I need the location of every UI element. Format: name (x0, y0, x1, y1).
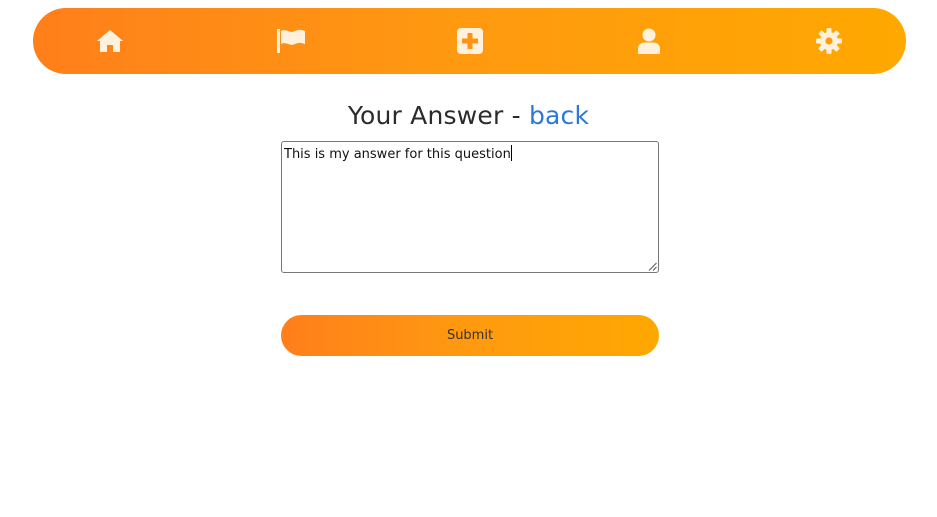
nav-user[interactable] (619, 8, 679, 74)
text-cursor (510, 145, 512, 161)
plus-square-icon (457, 28, 483, 54)
top-nav-bar (33, 8, 906, 74)
nav-flag[interactable] (261, 8, 321, 74)
back-link[interactable]: back (529, 101, 589, 130)
submit-button[interactable]: Submit (281, 315, 659, 356)
flag-icon (277, 29, 305, 53)
resize-handle-icon[interactable] (648, 262, 657, 271)
page-title: Your Answer - back (0, 101, 937, 130)
nav-settings[interactable] (799, 8, 859, 74)
nav-home[interactable] (80, 8, 140, 74)
submit-button-label: Submit (446, 328, 494, 343)
user-icon (638, 28, 660, 54)
gear-icon (816, 28, 842, 54)
answer-textarea[interactable]: This is my answer for this question (281, 141, 659, 273)
nav-add[interactable] (440, 8, 500, 74)
home-icon (97, 30, 123, 52)
page-title-text: Your Answer - (347, 101, 529, 130)
answer-text: This is my answer for this question (284, 147, 511, 162)
